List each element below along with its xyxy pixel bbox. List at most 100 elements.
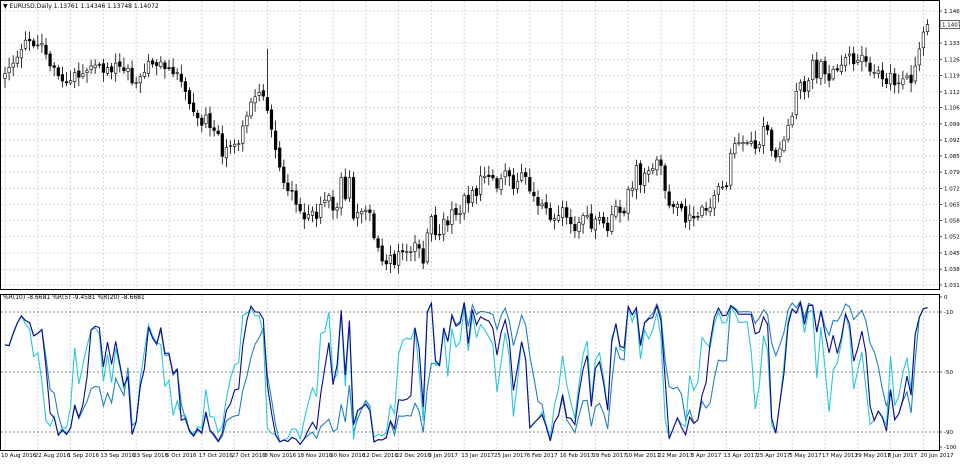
bull-candle: [897, 82, 901, 85]
bear-candle: [179, 73, 183, 82]
bear-candle: [302, 212, 306, 220]
wpr5-label: %R(5) -9.4581: [52, 294, 96, 301]
collapse-arrow-icon[interactable]: ▼: [3, 3, 8, 10]
bull-candle: [806, 80, 811, 92]
bull-candle: [917, 48, 921, 66]
bear-candle: [372, 213, 376, 239]
price-axis-label: 1.14640: [944, 9, 960, 15]
bull-candle: [15, 56, 19, 64]
bear-candle: [171, 67, 175, 75]
oscillator-axis-label: 0: [944, 295, 948, 301]
bull-candle: [442, 218, 446, 235]
bear-candle: [97, 64, 101, 66]
bull-candle: [310, 210, 315, 216]
x-axis-date-label: 8 Jun 2017: [888, 453, 918, 459]
bull-candle: [831, 69, 835, 80]
bear-candle: [704, 208, 708, 211]
bear-candle: [331, 196, 335, 211]
bear-candle: [454, 208, 458, 216]
bear-candle: [278, 147, 282, 168]
bull-candle: [233, 143, 237, 147]
bear-candle: [601, 216, 606, 224]
bear-candle: [622, 210, 626, 214]
bull-candle: [462, 195, 466, 214]
bear-candle: [155, 62, 159, 67]
price-axis-label: 1.04520: [944, 251, 960, 257]
chart-canvas[interactable]: 10 Aug 201622 Aug 20161 Sep 2016 13 Sep 2…: [0, 0, 960, 461]
bull-candle: [450, 209, 454, 225]
bull-candle: [593, 218, 597, 231]
bear-candle: [606, 222, 610, 232]
bull-candle: [335, 207, 339, 211]
bear-candle: [216, 130, 220, 134]
price-axis-label: 1.05880: [944, 218, 960, 224]
x-axis-date-label: 28 Feb 2017: [592, 453, 627, 459]
x-axis-date-label: 23 Sep 2016: [133, 453, 168, 459]
bull-candle: [556, 215, 561, 221]
bear-candle: [864, 56, 868, 62]
bear-candle: [417, 244, 421, 249]
bear-candle: [679, 203, 684, 209]
bull-candle: [585, 215, 589, 218]
bear-candle: [667, 191, 671, 206]
bull-candle: [85, 70, 89, 73]
bull-candle: [876, 70, 880, 74]
bull-candle: [323, 199, 327, 204]
x-axis-date-label: 25 Jan 2017: [494, 453, 527, 459]
bull-candle: [901, 78, 905, 85]
bear-candle: [343, 176, 347, 200]
main-chart-header: ▼ EURUSD,Daily 1.13761 1.14346 1.13748 1…: [3, 3, 159, 10]
price-axis-label: 1.07900: [944, 170, 960, 176]
x-axis-date-label: 16 Feb 2017: [560, 453, 595, 459]
bear-candle: [130, 67, 134, 84]
x-axis-date-label: 13 Jan 2017: [461, 453, 494, 459]
trading-chart-window[interactable]: ▼ EURUSD,Daily 1.13761 1.14346 1.13748 1…: [0, 0, 960, 461]
bear-candle: [60, 74, 64, 82]
bull-candle: [860, 54, 864, 63]
x-axis-date-label: 22 Mar 2017: [658, 453, 693, 459]
bear-candle: [815, 59, 819, 79]
bull-candle: [146, 60, 151, 74]
bear-candle: [64, 81, 69, 84]
x-axis-date-label: 6 Feb 2017: [527, 453, 558, 459]
bear-candle: [511, 174, 515, 189]
ohlc-values: 1.13761 1.14346 1.13748 1.14072: [53, 3, 159, 10]
bull-candle: [794, 91, 798, 115]
bear-candle: [368, 209, 372, 213]
bull-candle: [126, 68, 130, 72]
bull-candle: [138, 76, 142, 84]
bear-candle: [56, 67, 60, 77]
bear-candle: [532, 191, 536, 197]
bull-candle: [224, 147, 229, 159]
bull-candle: [73, 72, 77, 82]
bull-candle: [425, 232, 429, 263]
bear-candle: [827, 73, 831, 81]
bull-candle: [675, 203, 679, 208]
bear-candle: [376, 238, 380, 248]
bull-candle: [856, 59, 860, 63]
bear-candle: [663, 165, 667, 191]
bull-candle: [237, 143, 241, 146]
x-axis-date-label: 3 Jan 2017: [428, 453, 458, 459]
bear-candle: [565, 207, 569, 218]
bear-candle: [495, 178, 499, 189]
bull-candle: [712, 195, 716, 209]
bull-candle: [470, 190, 475, 203]
bear-candle: [765, 125, 770, 131]
bear-candle: [187, 90, 192, 105]
bull-candle: [364, 209, 368, 212]
bull-candle: [339, 177, 343, 209]
x-axis-date-label: 25 Apr 2017: [756, 453, 791, 459]
x-axis-date-label: 13 Apr 2017: [724, 453, 759, 459]
bull-candle: [396, 251, 401, 266]
bear-candle: [32, 40, 36, 47]
x-axis-date-label: 29 May 2017: [855, 453, 891, 459]
bull-candle: [630, 187, 634, 191]
bear-candle: [163, 62, 167, 69]
bull-candle: [81, 73, 85, 77]
bear-candle: [269, 109, 274, 130]
bear-candle: [282, 166, 286, 183]
bull-candle: [306, 214, 311, 219]
bear-candle: [294, 190, 298, 205]
bull-candle: [204, 114, 208, 124]
